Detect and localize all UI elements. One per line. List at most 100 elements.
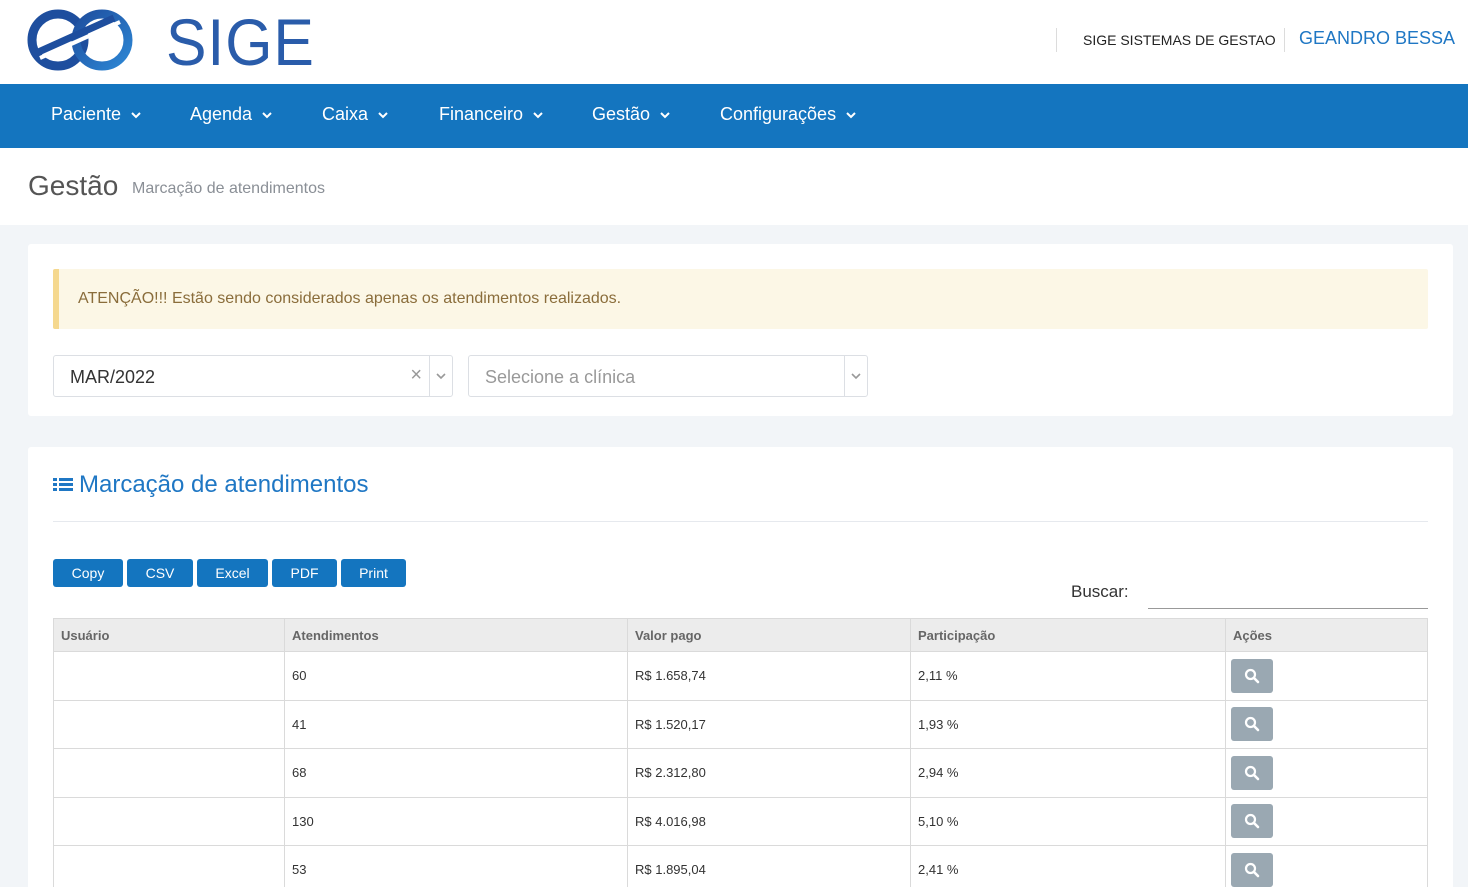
chevron-down-icon xyxy=(262,111,272,118)
nav-label: Paciente xyxy=(51,104,122,124)
col-participacao[interactable]: Participação xyxy=(910,618,1226,652)
warning-alert: ATENÇÃO!!! Estão sendo considerados apen… xyxy=(53,269,1428,329)
cell-valor-pago: R$ 4.016,98 xyxy=(627,796,911,846)
col-acoes: Ações xyxy=(1225,618,1428,652)
chevron-down-icon xyxy=(660,111,670,118)
export-buttons: Copy CSV Excel PDF Print xyxy=(53,559,406,587)
cell-atendimentos: 53 xyxy=(284,845,628,887)
cell-valor-pago: R$ 2.312,80 xyxy=(627,748,911,798)
search-icon xyxy=(1244,668,1260,684)
nav-label: Financeiro xyxy=(439,104,524,124)
cell-atendimentos: 41 xyxy=(284,699,628,749)
clinic-select[interactable]: Selecione a clínica xyxy=(468,355,868,397)
nav-financeiro[interactable]: Financeiro xyxy=(439,104,545,125)
report-title-text: Marcação de atendimentos xyxy=(79,471,369,498)
search-icon xyxy=(1244,814,1260,829)
report-title: Marcação de atendimentos xyxy=(53,471,369,499)
cell-usuario xyxy=(53,845,285,887)
cell-valor-pago: R$ 1.895,04 xyxy=(627,845,911,887)
search-input[interactable] xyxy=(1148,577,1428,609)
pdf-button[interactable]: PDF xyxy=(272,559,337,587)
search-label: Buscar: xyxy=(1071,582,1129,601)
nav-label: Caixa xyxy=(322,104,369,124)
chevron-down-icon xyxy=(378,111,388,118)
nav-configuracoes[interactable]: Configurações xyxy=(720,104,858,125)
cell-participacao: 2,94 % xyxy=(910,748,1226,798)
cell-usuario xyxy=(53,651,285,701)
cell-usuario xyxy=(53,699,285,749)
cell-atendimentos: 68 xyxy=(284,748,628,798)
user-menu[interactable]: GEANDRO BESSA xyxy=(1299,28,1455,49)
view-details-button[interactable] xyxy=(1231,658,1273,693)
clear-icon[interactable]: × xyxy=(410,364,422,387)
cell-atendimentos: 60 xyxy=(284,651,628,701)
month-select[interactable]: MAR/2022 × xyxy=(53,355,453,397)
alert-text: ATENÇÃO!!! Estão sendo considerados apen… xyxy=(78,290,622,307)
chevron-down-icon xyxy=(131,111,141,118)
col-atendimentos[interactable]: Atendimentos xyxy=(284,618,628,652)
cell-usuario xyxy=(53,796,285,846)
excel-button[interactable]: Excel xyxy=(197,559,268,587)
nav-label: Gestão xyxy=(592,104,651,124)
search-icon xyxy=(1244,717,1260,732)
csv-button[interactable]: CSV xyxy=(127,559,193,587)
divider xyxy=(53,521,1428,522)
chevron-down-icon xyxy=(533,111,543,118)
report-table: Usuário Atendimentos Valor pago Particip… xyxy=(53,618,1428,887)
infinity-logo-icon xyxy=(27,9,133,71)
table-header-row: Usuário Atendimentos Valor pago Particip… xyxy=(53,618,1428,652)
sige-logo[interactable]: SIGE xyxy=(26,6,314,76)
header-divider xyxy=(1056,28,1057,52)
report-card: Marcação de atendimentos Copy CSV Excel … xyxy=(28,447,1453,887)
cell-acoes xyxy=(1225,845,1428,887)
cell-valor-pago: R$ 1.658,74 xyxy=(627,651,911,701)
main-navbar: Paciente Agenda Caixa Financeiro Gestão … xyxy=(0,84,1468,148)
page-subtitle: Marcação de atendimentos xyxy=(132,180,325,197)
month-value: MAR/2022 xyxy=(70,367,156,387)
cell-acoes xyxy=(1225,699,1428,749)
chevron-down-icon[interactable] xyxy=(434,369,448,383)
copy-button[interactable]: Copy xyxy=(53,559,123,587)
col-usuario[interactable]: Usuário xyxy=(53,618,285,652)
nav-label: Configurações xyxy=(720,104,837,124)
chevron-down-icon[interactable] xyxy=(849,369,863,383)
table-row: 130 R$ 4.016,98 5,10 % xyxy=(53,796,1428,846)
cell-usuario xyxy=(53,748,285,798)
logo-text: SIGE xyxy=(166,5,315,79)
search-icon xyxy=(1244,765,1260,781)
cell-acoes xyxy=(1225,796,1428,846)
view-details-button[interactable] xyxy=(1231,707,1273,742)
col-valor-pago[interactable]: Valor pago xyxy=(627,618,911,652)
view-details-button[interactable] xyxy=(1231,804,1273,839)
cell-participacao: 2,11 % xyxy=(910,651,1226,701)
top-header: SIGE SIGE SISTEMAS DE GESTAO GEANDRO BES… xyxy=(0,0,1468,84)
chevron-down-icon xyxy=(846,111,856,118)
page-header: Gestão Marcação de atendimentos xyxy=(0,148,1468,225)
cell-acoes xyxy=(1225,748,1428,798)
cell-participacao: 5,10 % xyxy=(910,796,1226,846)
view-details-button[interactable] xyxy=(1231,852,1273,887)
nav-caixa[interactable]: Caixa xyxy=(322,104,390,125)
nav-gestao[interactable]: Gestão xyxy=(592,104,672,125)
clinic-placeholder: Selecione a clínica xyxy=(485,367,636,387)
page-title: Gestão xyxy=(28,170,119,201)
select-divider xyxy=(844,356,845,396)
view-details-button[interactable] xyxy=(1231,755,1273,790)
header-divider xyxy=(1284,28,1285,52)
select-divider xyxy=(429,356,430,396)
table-row: 41 R$ 1.520,17 1,93 % xyxy=(53,699,1428,749)
cell-acoes xyxy=(1225,651,1428,701)
table-row: 68 R$ 2.312,80 2,94 % xyxy=(53,748,1428,798)
company-name[interactable]: SIGE SISTEMAS DE GESTAO xyxy=(1083,32,1276,48)
nav-paciente[interactable]: Paciente xyxy=(51,104,143,125)
table-row: 60 R$ 1.658,74 2,11 % xyxy=(53,651,1428,701)
list-icon xyxy=(53,478,73,491)
cell-participacao: 1,93 % xyxy=(910,699,1226,749)
cell-valor-pago: R$ 1.520,17 xyxy=(627,699,911,749)
nav-agenda[interactable]: Agenda xyxy=(190,104,274,125)
print-button[interactable]: Print xyxy=(341,559,406,587)
table-row: 53 R$ 1.895,04 2,41 % xyxy=(53,845,1428,887)
search-icon xyxy=(1244,862,1260,878)
cell-atendimentos: 130 xyxy=(284,796,628,846)
cell-participacao: 2,41 % xyxy=(910,845,1226,887)
